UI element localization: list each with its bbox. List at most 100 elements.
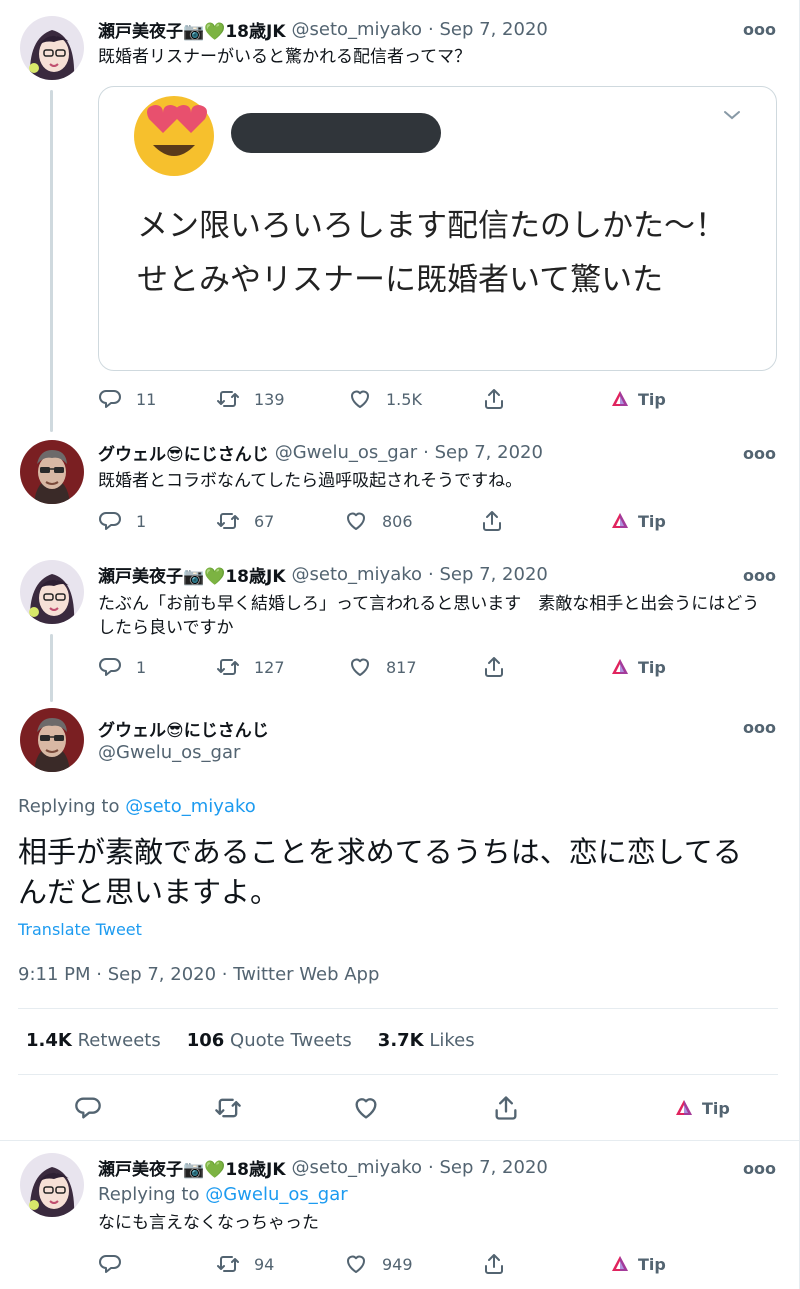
share-button[interactable] bbox=[480, 506, 518, 536]
retweet-icon bbox=[216, 655, 240, 679]
redacted-name-bar bbox=[231, 113, 441, 153]
replying-to-link[interactable]: @Gwelu_os_gar bbox=[205, 1184, 347, 1205]
retweet-button[interactable]: 127 bbox=[216, 652, 285, 682]
heart-icon[interactable] bbox=[352, 1094, 380, 1122]
handle[interactable]: @Gwelu_os_gar bbox=[98, 742, 240, 763]
divider bbox=[18, 1008, 778, 1009]
tweet[interactable]: 瀬戸美夜子📷💚18歳JK @seto_miyako · Sep 7, 2020 … bbox=[0, 552, 800, 700]
more-options-icon[interactable]: ooo bbox=[743, 566, 776, 585]
tweet-text: たぶん「お前も早く結婚しろ」って言われると思います 素敵な相手と出会うにはどうし… bbox=[98, 594, 760, 638]
heart-icon bbox=[348, 655, 372, 679]
handle[interactable]: @seto_miyako bbox=[292, 564, 423, 585]
tip-label: Tip bbox=[638, 1254, 666, 1274]
handle[interactable]: @seto_miyako bbox=[292, 19, 423, 40]
avatar-image-icon bbox=[20, 708, 84, 772]
retweet-icon bbox=[216, 1252, 240, 1276]
tip-button[interactable]: Tip bbox=[674, 1093, 730, 1123]
tweet-actions: 1 67 806 Tip bbox=[98, 506, 688, 536]
tweet-date[interactable]: · Sep 7, 2020 bbox=[428, 1157, 548, 1178]
replying-label: Replying to bbox=[98, 1184, 200, 1205]
retweet-count: 139 bbox=[254, 389, 285, 409]
tweet-actions: 94 949 Tip bbox=[98, 1249, 688, 1279]
brave-tip-icon bbox=[610, 1254, 630, 1274]
quoted-tweet-card[interactable]: メン限いろいろします配信たのしかた〜！せとみやリスナーに既婚者いて驚いた bbox=[98, 86, 777, 371]
brave-tip-icon bbox=[674, 1098, 694, 1118]
display-name[interactable]: グウェル😎にじさんじ bbox=[98, 440, 269, 465]
like-button[interactable]: 817 bbox=[348, 652, 417, 682]
heart-eyes-emoji-icon bbox=[134, 96, 214, 176]
tweet-date[interactable]: · Sep 7, 2020 bbox=[428, 564, 548, 585]
replying-to-link[interactable]: @seto_miyako bbox=[125, 796, 256, 817]
like-button[interactable]: 806 bbox=[344, 506, 413, 536]
tweet-actions: 1 127 817 Tip bbox=[98, 652, 688, 682]
handle[interactable]: @Gwelu_os_gar bbox=[275, 442, 417, 463]
more-options-icon[interactable]: ooo bbox=[743, 718, 776, 737]
tip-label: Tip bbox=[638, 389, 666, 409]
share-button[interactable] bbox=[482, 384, 520, 414]
tweet[interactable]: グウェル😎にじさんじ @Gwelu_os_gar · Sep 7, 2020 o… bbox=[0, 432, 800, 552]
focused-tweet: グウェル😎にじさんじ @Gwelu_os_gar ooo Replying to… bbox=[0, 700, 800, 1140]
avatar-image-icon bbox=[20, 16, 84, 80]
tweet-timestamp[interactable]: 9:11 PM · Sep 7, 2020 · Twitter Web App bbox=[18, 964, 379, 985]
share-icon bbox=[482, 655, 506, 679]
retweets-stat[interactable]: 1.4K Retweets bbox=[26, 1030, 161, 1051]
tip-button[interactable]: Tip bbox=[610, 384, 666, 414]
translate-tweet-link[interactable]: Translate Tweet bbox=[18, 920, 142, 939]
replying-label: Replying to bbox=[18, 796, 120, 817]
tweet[interactable]: 瀬戸美夜子📷💚18歳JK @seto_miyako · Sep 7, 2020 … bbox=[0, 0, 800, 430]
tweet-date[interactable]: · Sep 7, 2020 bbox=[423, 442, 543, 463]
share-button[interactable] bbox=[482, 652, 520, 682]
handle[interactable]: @seto_miyako bbox=[292, 1157, 423, 1178]
retweet-icon[interactable] bbox=[214, 1094, 242, 1122]
reply-button[interactable]: 11 bbox=[98, 384, 156, 414]
main-tweet-text: 相手が素敵であることを求めてるうちは、恋に恋してるんだと思いますよ。 bbox=[18, 835, 742, 909]
retweet-count: 94 bbox=[254, 1254, 275, 1274]
heart-icon bbox=[348, 387, 372, 411]
likes-stat[interactable]: 3.7K Likes bbox=[378, 1030, 475, 1051]
more-options-icon[interactable]: ooo bbox=[743, 444, 776, 463]
like-button[interactable]: 949 bbox=[344, 1249, 413, 1279]
reply-icon[interactable] bbox=[74, 1094, 102, 1122]
chevron-down-icon[interactable] bbox=[722, 105, 742, 125]
tweet-date[interactable]: · Sep 7, 2020 bbox=[428, 19, 548, 40]
retweets-count: 1.4K bbox=[26, 1030, 72, 1051]
retweet-button[interactable]: 139 bbox=[216, 384, 285, 414]
quotes-stat[interactable]: 106 Quote Tweets bbox=[187, 1030, 352, 1051]
reply-button[interactable]: 1 bbox=[98, 506, 146, 536]
retweet-button[interactable]: 94 bbox=[216, 1249, 274, 1279]
retweet-button[interactable]: 67 bbox=[216, 506, 274, 536]
display-name[interactable]: 瀬戸美夜子📷💚18歳JK bbox=[98, 562, 286, 587]
reply-count: 11 bbox=[136, 389, 157, 409]
tip-button[interactable]: Tip bbox=[610, 506, 666, 536]
avatar[interactable] bbox=[20, 16, 84, 80]
display-name[interactable]: 瀬戸美夜子📷💚18歳JK bbox=[98, 1155, 286, 1180]
more-options-icon[interactable]: ooo bbox=[743, 1159, 776, 1178]
avatar[interactable] bbox=[20, 1153, 84, 1217]
brave-tip-icon bbox=[610, 389, 630, 409]
tip-button[interactable]: Tip bbox=[610, 652, 666, 682]
share-icon bbox=[480, 509, 504, 533]
heart-icon bbox=[344, 509, 368, 533]
avatar[interactable] bbox=[20, 708, 84, 772]
tweet[interactable]: 瀬戸美夜子📷💚18歳JK @seto_miyako · Sep 7, 2020 … bbox=[0, 1141, 800, 1289]
share-button[interactable] bbox=[482, 1249, 520, 1279]
display-name[interactable]: 瀬戸美夜子📷💚18歳JK bbox=[98, 17, 286, 42]
brave-tip-icon bbox=[610, 657, 630, 677]
reply-button[interactable] bbox=[98, 1249, 136, 1279]
avatar[interactable] bbox=[20, 560, 84, 624]
avatar[interactable] bbox=[20, 440, 84, 504]
brave-tip-icon bbox=[610, 511, 630, 531]
like-button[interactable]: 1.5K bbox=[348, 384, 422, 414]
tweet-stats: 1.4K Retweets 106 Quote Tweets 3.7K Like… bbox=[26, 1030, 475, 1051]
retweet-count: 67 bbox=[254, 511, 275, 531]
tip-label: Tip bbox=[638, 511, 666, 531]
reply-icon bbox=[98, 1252, 122, 1276]
like-count: 1.5K bbox=[386, 389, 422, 409]
retweet-icon bbox=[216, 387, 240, 411]
reply-button[interactable]: 1 bbox=[98, 652, 146, 682]
share-icon[interactable] bbox=[492, 1094, 520, 1122]
more-options-icon[interactable]: ooo bbox=[743, 20, 776, 39]
display-name[interactable]: グウェル😎にじさんじ bbox=[98, 716, 269, 741]
tip-button[interactable]: Tip bbox=[610, 1249, 666, 1279]
tweet-text: 既婚者とコラボなんてしたら過呼吸起されそうですね。 bbox=[98, 471, 523, 491]
